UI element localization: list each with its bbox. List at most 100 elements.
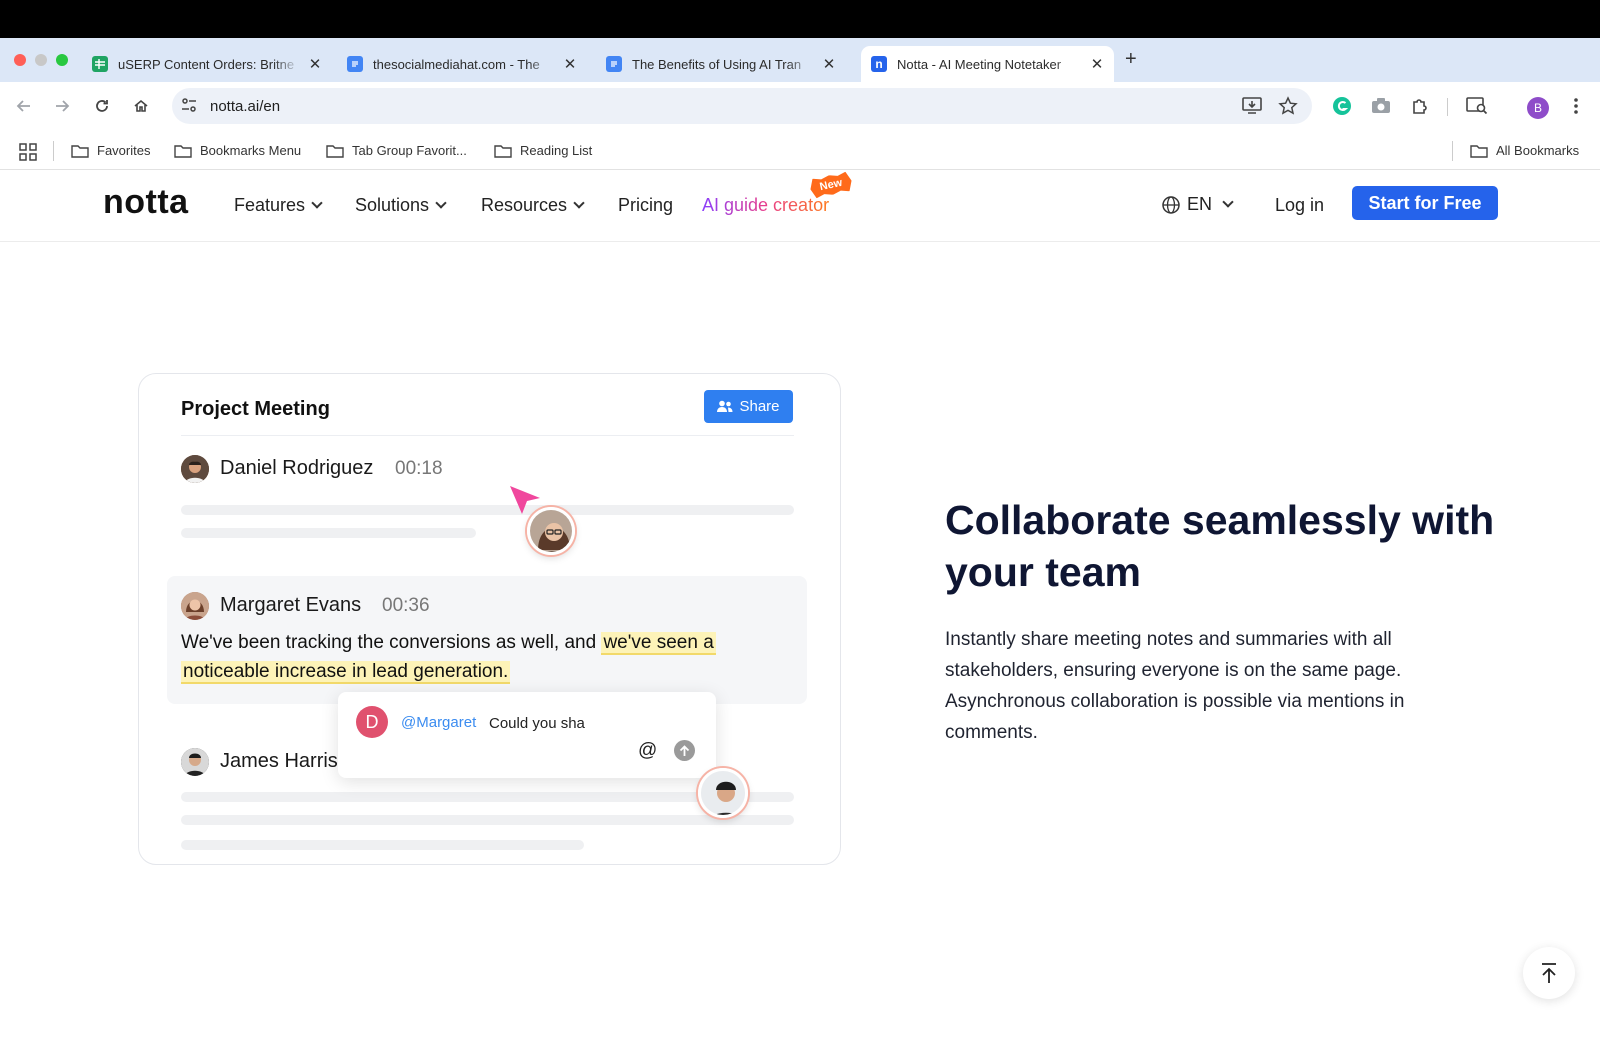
minimize-window-button[interactable] — [35, 54, 47, 66]
bookmark-label: Reading List — [520, 143, 593, 158]
notta-logo[interactable]: notta — [103, 183, 189, 222]
avatar — [181, 592, 209, 620]
profile-avatar[interactable]: B — [1527, 97, 1549, 119]
language-selector[interactable]: EN — [1161, 194, 1234, 215]
send-icon[interactable] — [674, 740, 695, 761]
folder-icon — [1470, 144, 1488, 158]
bookmarks-divider — [53, 141, 54, 161]
speaker-name: Margaret Evans — [220, 594, 362, 616]
placeholder-line — [181, 528, 476, 538]
back-to-top-button[interactable] — [1523, 947, 1575, 999]
commenter-avatar: D — [356, 706, 388, 738]
tab-title: The Benefits of Using AI Tran — [632, 56, 802, 72]
bookmark-label: Tab Group Favorit... — [352, 143, 467, 158]
apps-grid-icon[interactable] — [19, 143, 37, 166]
chevron-down-icon — [435, 197, 447, 209]
notta-icon: n — [871, 56, 887, 72]
home-icon[interactable] — [130, 95, 152, 117]
bookmarks-bar: Favorites Bookmarks Menu Tab Group Favor… — [0, 132, 1600, 170]
nav-label: Solutions — [355, 195, 430, 215]
chevron-down-icon — [311, 197, 323, 209]
tab-title: uSERP Content Orders: Britne — [118, 56, 295, 72]
card-title: Project Meeting — [181, 398, 330, 420]
transcript-plain: We've been tracking the conversions as w… — [181, 632, 602, 653]
tab-search-icon[interactable] — [1466, 95, 1488, 117]
new-tab-button[interactable]: + — [1125, 48, 1137, 71]
close-window-button[interactable] — [14, 54, 26, 66]
users-icon — [717, 400, 733, 412]
nav-ai-guide-creator[interactable]: AI guide creator — [702, 195, 829, 216]
login-link[interactable]: Log in — [1275, 195, 1324, 216]
folder-icon — [326, 144, 344, 158]
placeholder-line — [181, 815, 794, 825]
transcript-text: We've been tracking the conversions as w… — [181, 628, 781, 686]
nav-features[interactable]: Features — [234, 195, 323, 216]
bookmark-star-icon[interactable] — [1278, 96, 1298, 121]
url-text: notta.ai/en — [210, 98, 281, 115]
share-label: Share — [739, 398, 780, 415]
nav-label: Pricing — [618, 195, 674, 215]
docs-icon — [347, 56, 363, 72]
docs-icon — [606, 56, 622, 72]
chevron-down-icon — [1222, 196, 1234, 208]
all-bookmarks-label: All Bookmarks — [1496, 143, 1580, 158]
close-tab-icon[interactable]: ✕ — [1090, 55, 1104, 73]
placeholder-line — [181, 505, 794, 515]
timestamp: 00:36 — [382, 595, 430, 616]
comment-popup: D @Margaret Could you sha @ — [338, 692, 716, 778]
share-button[interactable]: Share — [704, 390, 793, 423]
more-menu-icon[interactable] — [1565, 95, 1587, 117]
bookmark-folder[interactable]: Favorites — [71, 143, 150, 158]
back-icon[interactable] — [13, 95, 35, 117]
bookmark-label: Bookmarks Menu — [200, 143, 302, 158]
bookmark-folder[interactable]: Tab Group Favorit... — [326, 143, 467, 158]
camera-icon[interactable] — [1370, 95, 1392, 117]
speaker-name: James Harriso — [220, 750, 349, 772]
close-tab-icon[interactable]: ✕ — [308, 55, 322, 73]
extensions-icon[interactable] — [1409, 95, 1431, 117]
section-headline: Collaborate seamlessly with your team — [945, 497, 1495, 595]
browser-tab[interactable]: thesocialmediahat.com - The ✕ — [337, 46, 587, 82]
avatar — [181, 748, 209, 776]
new-badge: New — [808, 171, 853, 199]
nav-pricing[interactable]: Pricing — [618, 195, 673, 216]
timestamp: 00:18 — [395, 458, 443, 479]
site-header: notta Features Solutions Resources Prici… — [0, 171, 1600, 242]
browser-tab[interactable]: uSERP Content Orders: Britne ✕ — [82, 46, 332, 82]
folder-icon — [71, 144, 89, 158]
collaborator-avatar — [527, 507, 575, 555]
avatar — [181, 455, 209, 483]
install-app-icon[interactable] — [1242, 97, 1262, 120]
browser-tab-active[interactable]: n Notta - AI Meeting Notetaker ✕ — [861, 46, 1114, 82]
forward-icon[interactable] — [51, 95, 73, 117]
tab-title: Notta - AI Meeting Notetaker — [897, 56, 1062, 72]
close-tab-icon[interactable]: ✕ — [563, 55, 577, 73]
bookmarks-divider — [1452, 141, 1453, 161]
start-for-free-button[interactable]: Start for Free — [1352, 186, 1498, 220]
reload-icon[interactable] — [91, 95, 113, 117]
toolbar-divider — [1447, 98, 1448, 116]
bookmark-folder[interactable]: Bookmarks Menu — [174, 143, 301, 158]
maximize-window-button[interactable] — [56, 54, 68, 66]
transcript-highlight: noticeable increase in lead generation. — [181, 661, 511, 684]
site-settings-icon[interactable] — [180, 96, 198, 119]
nav-resources[interactable]: Resources — [481, 195, 585, 216]
placeholder-line — [181, 840, 584, 850]
bookmark-folder[interactable]: Reading List — [494, 143, 592, 158]
all-bookmarks-folder[interactable]: All Bookmarks — [1470, 143, 1579, 158]
mention-button[interactable]: @ — [638, 740, 657, 762]
bookmark-label: Favorites — [97, 143, 151, 158]
speaker-name: Daniel Rodriguez — [220, 457, 374, 479]
nav-solutions[interactable]: Solutions — [355, 195, 447, 216]
mention-tag[interactable]: @Margaret — [401, 714, 476, 731]
tab-title: thesocialmediahat.com - The — [373, 56, 540, 72]
card-divider — [181, 435, 794, 436]
folder-icon — [494, 144, 512, 158]
address-bar[interactable]: notta.ai/en — [172, 88, 1312, 124]
chevron-down-icon — [573, 197, 585, 209]
sheets-icon — [92, 56, 108, 72]
comment-input[interactable]: Could you sha — [489, 715, 585, 732]
grammarly-icon[interactable] — [1331, 95, 1353, 117]
close-tab-icon[interactable]: ✕ — [822, 55, 836, 73]
browser-tab[interactable]: The Benefits of Using AI Tran ✕ — [596, 46, 846, 82]
